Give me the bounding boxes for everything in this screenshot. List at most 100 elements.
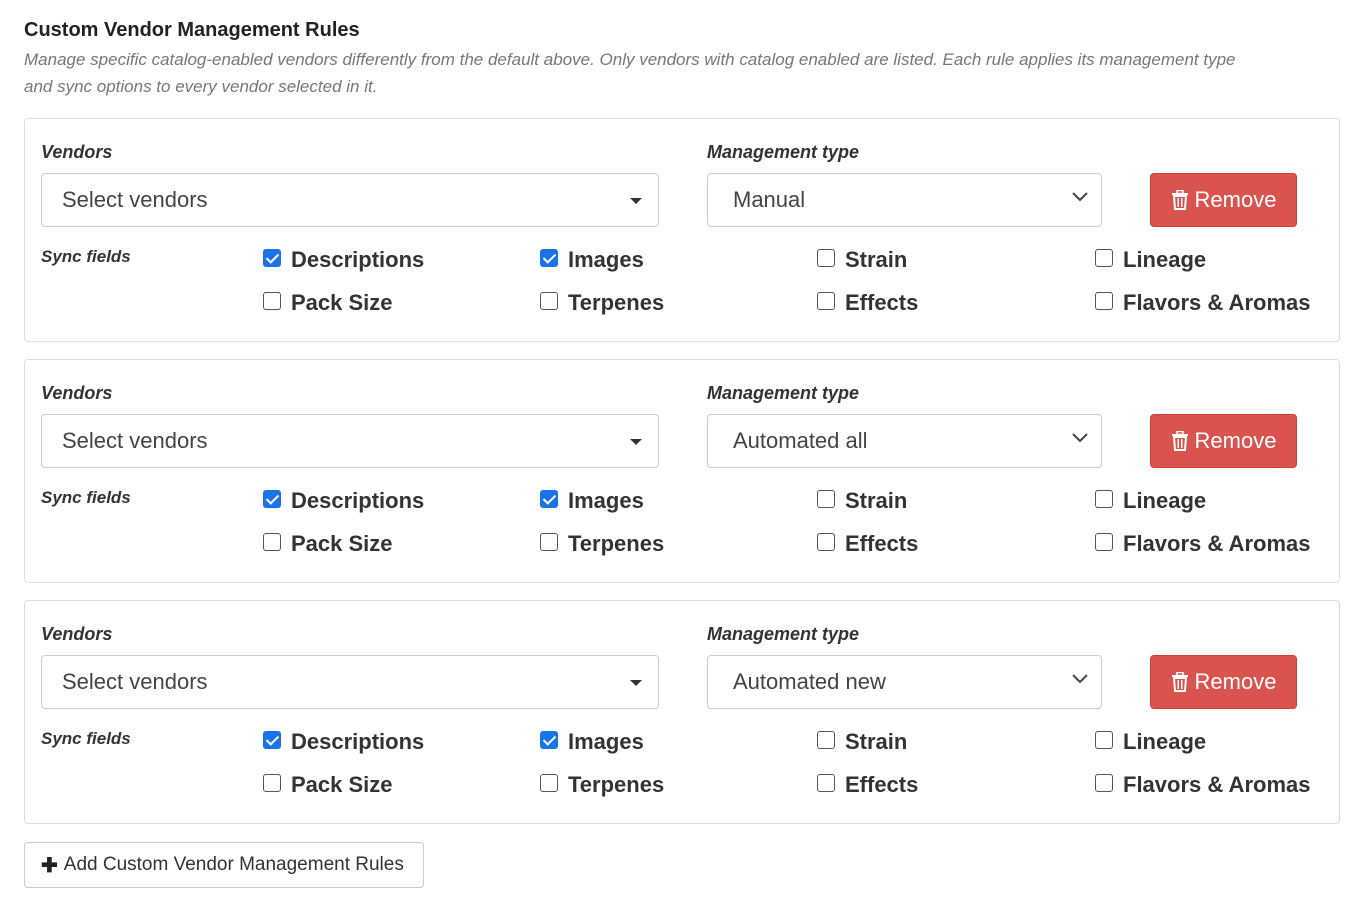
management-type-label: Management type: [707, 383, 860, 403]
checkbox-label: Images: [568, 488, 644, 513]
management-type-label: Management type: [707, 142, 860, 162]
sync-lineage-checkbox[interactable]: Lineage: [1095, 729, 1206, 755]
sync-flavors-aromas-checkbox[interactable]: Flavors & Aromas: [1095, 290, 1310, 316]
vendor-rule: Vendors Select vendors Management type M…: [24, 118, 1340, 342]
remove-label: Remove: [1194, 428, 1277, 453]
vendors-label: Vendors: [41, 624, 113, 644]
checkbox-label: Effects: [845, 290, 919, 315]
sync-images-checkbox[interactable]: Images: [540, 729, 644, 755]
vendor-rule: Vendors Select vendors Management type A…: [24, 600, 1340, 824]
checkbox-icon[interactable]: [817, 774, 835, 792]
trash-icon: [1171, 190, 1188, 210]
sync-strain-checkbox[interactable]: Strain: [817, 247, 907, 273]
sync-terpenes-checkbox[interactable]: Terpenes: [540, 290, 664, 316]
sync-pack-size-checkbox[interactable]: Pack Size: [263, 531, 393, 557]
remove-label: Remove: [1194, 187, 1277, 212]
checkbox-icon[interactable]: [540, 533, 558, 551]
checkbox-label: Terpenes: [568, 531, 665, 556]
checkbox-icon[interactable]: [540, 490, 558, 508]
sync-effects-checkbox[interactable]: Effects: [817, 772, 918, 798]
vendor-rule: Vendors Select vendors Management type A…: [24, 359, 1340, 583]
remove-rule-button[interactable]: Remove: [1150, 655, 1297, 709]
checkbox-icon[interactable]: [540, 292, 558, 310]
checkbox-label: Lineage: [1123, 247, 1207, 272]
sync-lineage-checkbox[interactable]: Lineage: [1095, 488, 1206, 514]
checkbox-label: Pack Size: [291, 531, 393, 556]
checkbox-icon[interactable]: [1095, 249, 1113, 267]
management-type-value: Automated new: [733, 669, 886, 694]
checkbox-icon[interactable]: [263, 774, 281, 792]
checkbox-icon[interactable]: [263, 731, 281, 749]
checkbox-label: Flavors & Aromas: [1123, 290, 1311, 315]
checkbox-icon[interactable]: [263, 249, 281, 267]
checkbox-icon[interactable]: [540, 249, 558, 267]
sync-strain-checkbox[interactable]: Strain: [817, 729, 907, 755]
custom-vendor-rules-section: Custom Vendor Management Rules Manage sp…: [0, 0, 1362, 824]
checkbox-label: Pack Size: [291, 772, 393, 797]
checkbox-label: Lineage: [1123, 488, 1207, 513]
checkbox-icon[interactable]: [1095, 490, 1113, 508]
checkbox-label: Strain: [845, 488, 908, 513]
checkbox-label: Flavors & Aromas: [1123, 531, 1311, 556]
management-type-value: Manual: [733, 187, 806, 212]
vendors-label: Vendors: [41, 142, 113, 162]
section-description: Manage specific catalog-enabled vendors …: [24, 50, 1236, 96]
sync-images-checkbox[interactable]: Images: [540, 247, 644, 273]
checkbox-icon[interactable]: [540, 774, 558, 792]
checkbox-icon[interactable]: [817, 731, 835, 749]
checkbox-icon[interactable]: [263, 292, 281, 310]
sync-effects-checkbox[interactable]: Effects: [817, 290, 918, 316]
management-type-select[interactable]: Automated all: [707, 414, 1102, 468]
sync-descriptions-checkbox[interactable]: Descriptions: [263, 729, 424, 755]
checkbox-icon[interactable]: [817, 533, 835, 551]
sync-effects-checkbox[interactable]: Effects: [817, 531, 918, 557]
checkbox-label: Images: [568, 729, 644, 754]
chevron-down-icon: [1072, 433, 1088, 443]
sync-pack-size-checkbox[interactable]: Pack Size: [263, 290, 393, 316]
caret-down-icon: [630, 680, 642, 686]
remove-rule-button[interactable]: Remove: [1150, 414, 1297, 468]
checkbox-icon[interactable]: [1095, 731, 1113, 749]
vendor-select[interactable]: Select vendors: [41, 655, 659, 709]
caret-down-icon: [630, 439, 642, 445]
sync-fields-label: Sync fields: [41, 729, 131, 748]
checkbox-icon[interactable]: [1095, 292, 1113, 310]
management-type-value: Automated all: [733, 428, 868, 453]
checkbox-icon[interactable]: [263, 533, 281, 551]
management-type-select[interactable]: Manual: [707, 173, 1102, 227]
sync-descriptions-checkbox[interactable]: Descriptions: [263, 247, 424, 273]
checkbox-icon[interactable]: [263, 490, 281, 508]
add-rule-button[interactable]: ✚ Add Custom Vendor Management Rules: [24, 842, 424, 888]
checkbox-icon[interactable]: [540, 731, 558, 749]
checkbox-icon[interactable]: [1095, 774, 1113, 792]
chevron-down-icon: [1072, 674, 1088, 684]
checkbox-icon[interactable]: [817, 249, 835, 267]
checkbox-label: Descriptions: [291, 488, 425, 513]
checkbox-label: Strain: [845, 729, 908, 754]
section-title: Custom Vendor Management Rules: [24, 19, 360, 41]
sync-descriptions-checkbox[interactable]: Descriptions: [263, 488, 424, 514]
sync-terpenes-checkbox[interactable]: Terpenes: [540, 531, 664, 557]
remove-rule-button[interactable]: Remove: [1150, 173, 1297, 227]
sync-terpenes-checkbox[interactable]: Terpenes: [540, 772, 664, 798]
vendor-select[interactable]: Select vendors: [41, 173, 659, 227]
vendor-select-placeholder: Select vendors: [62, 428, 208, 453]
vendor-select[interactable]: Select vendors: [41, 414, 659, 468]
checkbox-icon[interactable]: [1095, 533, 1113, 551]
management-type-select[interactable]: Automated new: [707, 655, 1102, 709]
sync-pack-size-checkbox[interactable]: Pack Size: [263, 772, 393, 798]
checkbox-icon[interactable]: [817, 490, 835, 508]
checkbox-icon[interactable]: [817, 292, 835, 310]
sync-lineage-checkbox[interactable]: Lineage: [1095, 247, 1206, 273]
sync-fields-label: Sync fields: [41, 488, 131, 507]
checkbox-label: Images: [568, 247, 644, 272]
sync-strain-checkbox[interactable]: Strain: [817, 488, 907, 514]
vendor-select-placeholder: Select vendors: [62, 187, 208, 212]
sync-flavors-aromas-checkbox[interactable]: Flavors & Aromas: [1095, 772, 1310, 798]
checkbox-label: Descriptions: [291, 729, 425, 754]
sync-fields-label: Sync fields: [41, 247, 131, 266]
sync-flavors-aromas-checkbox[interactable]: Flavors & Aromas: [1095, 531, 1310, 557]
add-rule-label: Add Custom Vendor Management Rules: [63, 854, 404, 875]
sync-images-checkbox[interactable]: Images: [540, 488, 644, 514]
vendors-label: Vendors: [41, 383, 113, 403]
